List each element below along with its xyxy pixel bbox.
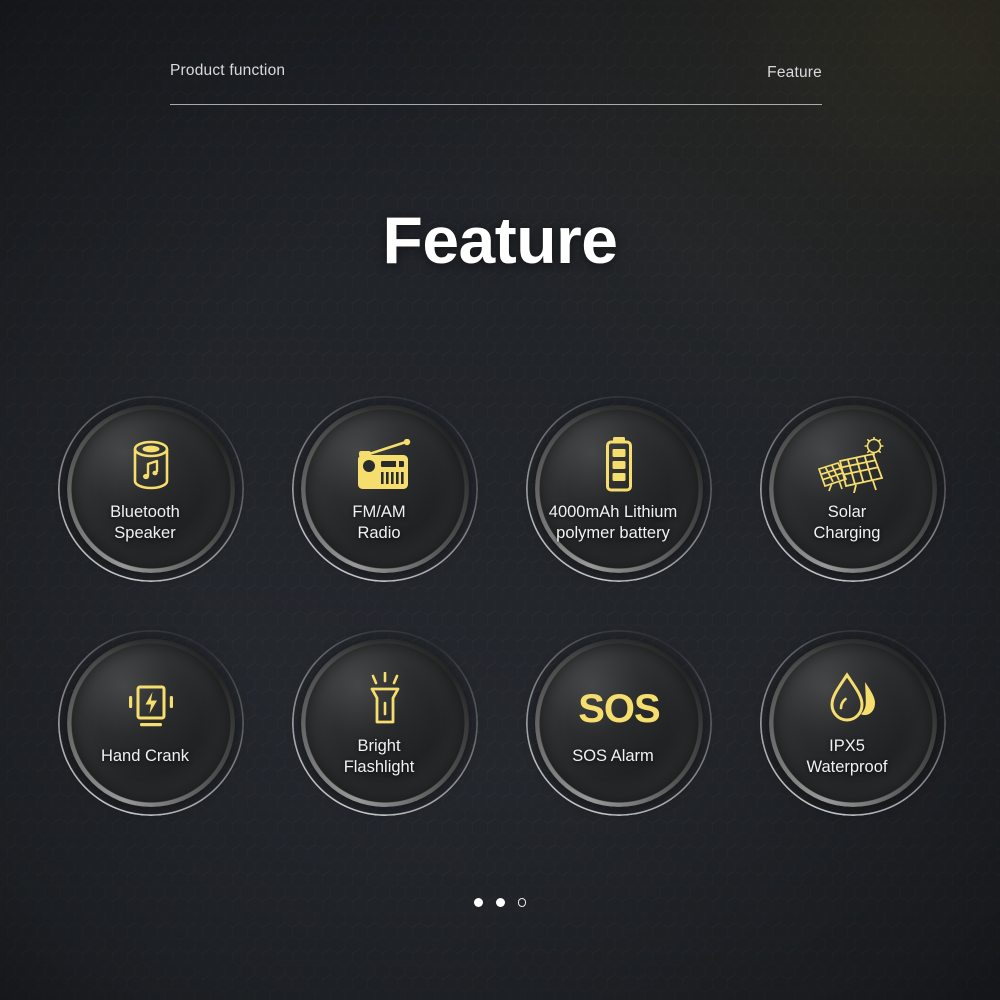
feature-card-bright-flashlight[interactable]: Bright Flashlight — [292, 630, 478, 820]
fm-am-radio-icon — [354, 434, 416, 496]
card-content: Bright Flashlight — [292, 630, 478, 816]
feature-card-fm-am-radio[interactable]: FM/AM Radio — [292, 396, 478, 586]
flashlight-icon — [362, 668, 408, 730]
card-content: IPX5 Waterproof — [760, 630, 946, 816]
feature-label: FM/AM Radio — [352, 502, 406, 542]
bluetooth-speaker-icon — [128, 434, 174, 496]
sos-icon-text: SOS — [578, 687, 660, 732]
battery-icon — [602, 434, 636, 496]
card-content: SOS SOS Alarm — [526, 630, 712, 816]
card-content: 4000mAh Lithium polymer battery — [526, 396, 712, 582]
feature-label: SOS Alarm — [572, 747, 654, 766]
water-drop-icon — [827, 668, 879, 730]
feature-card-battery[interactable]: 4000mAh Lithium polymer battery — [526, 396, 712, 586]
feature-label: 4000mAh Lithium polymer battery — [548, 502, 678, 542]
header-left-label: Product function — [170, 62, 286, 79]
card-content: FM/AM Radio — [292, 396, 478, 582]
hand-crank-charge-icon — [125, 678, 177, 740]
feature-card-bluetooth-speaker[interactable]: Bluetooth Speaker — [58, 396, 244, 586]
page-title: Feature — [382, 203, 618, 277]
feature-card-ipx5-waterproof[interactable]: IPX5 Waterproof — [760, 630, 946, 820]
slide-header: Product function Feature — [170, 62, 822, 105]
feature-card-solar-charging[interactable]: Solar Charging — [760, 396, 946, 586]
feature-card-sos-alarm[interactable]: SOS SOS Alarm — [526, 630, 712, 820]
pagination-dot-active[interactable] — [517, 898, 527, 907]
pagination-dots — [0, 898, 1000, 907]
card-content: Solar Charging — [760, 396, 946, 582]
pagination-dot[interactable] — [473, 898, 483, 907]
feature-label: Bright Flashlight — [343, 736, 415, 776]
feature-label: Hand Crank — [100, 747, 190, 766]
feature-label: Bluetooth Speaker — [110, 502, 180, 542]
pagination-dot[interactable] — [495, 898, 505, 907]
feature-label: Solar Charging — [813, 502, 881, 542]
header-right-label: Feature — [767, 64, 822, 81]
card-content: Hand Crank — [58, 630, 244, 816]
solar-panel-icon — [816, 434, 890, 496]
feature-label: IPX5 Waterproof — [806, 736, 888, 776]
feature-grid: Bluetooth Speaker FM/AM Radio 4000mAh Li… — [58, 396, 948, 820]
card-content: Bluetooth Speaker — [58, 396, 244, 582]
feature-card-hand-crank[interactable]: Hand Crank — [58, 630, 244, 820]
slide-canvas: Product function Feature Feature Bluetoo… — [0, 0, 1000, 1000]
sos-icon: SOS — [578, 678, 660, 740]
